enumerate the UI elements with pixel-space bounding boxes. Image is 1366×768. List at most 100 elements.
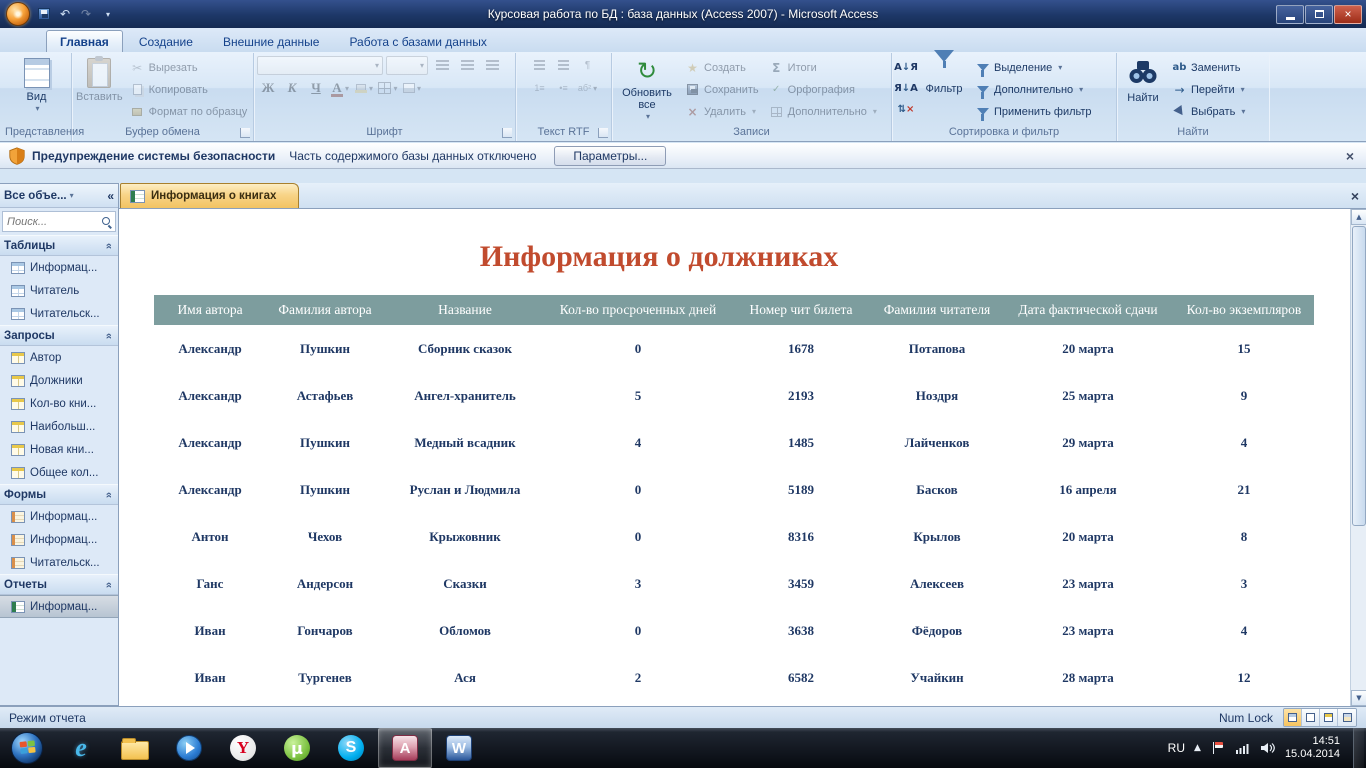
copy-button[interactable]: Копировать xyxy=(126,79,252,100)
nav-item-query[interactable]: Должники xyxy=(0,369,118,392)
report-view-button[interactable] xyxy=(1284,709,1302,726)
action-center-flag-icon[interactable] xyxy=(1210,740,1226,756)
nav-item-form[interactable]: Информац... xyxy=(0,505,118,528)
records-more-button[interactable]: Дополнительно ▾ xyxy=(765,101,881,122)
nav-item-query[interactable]: Новая кни... xyxy=(0,438,118,461)
advanced-filter-button[interactable]: Дополнительно ▾ xyxy=(971,79,1096,100)
cut-button[interactable]: ✂ Вырезать xyxy=(126,57,252,78)
sort-ascending-icon[interactable]: А ↓ Я xyxy=(894,57,918,77)
save-record-button[interactable]: Сохранить xyxy=(681,79,763,100)
taskbar-item-yandex-browser[interactable]: Y xyxy=(216,728,270,768)
tab-create[interactable]: Создание xyxy=(125,30,207,52)
dialog-launcher-icon[interactable] xyxy=(502,128,512,138)
nav-section-tables[interactable]: Таблицы» xyxy=(0,235,118,256)
totals-button[interactable]: Σ Итоги xyxy=(765,57,881,78)
nav-item-query[interactable]: Общее кол... xyxy=(0,461,118,484)
qat-customize-icon[interactable]: ▾ xyxy=(98,6,116,23)
security-options-button[interactable]: Параметры... xyxy=(554,145,667,166)
gridlines-button[interactable]: ▾ xyxy=(377,78,399,98)
nav-item-table[interactable]: Читатель xyxy=(0,279,118,302)
maximize-button[interactable] xyxy=(1305,4,1333,24)
align-right-icon[interactable] xyxy=(481,55,503,75)
paste-button[interactable]: Вставить xyxy=(75,55,124,104)
nav-item-query[interactable]: Кол-во кни... xyxy=(0,392,118,415)
indent-increase-icon[interactable] xyxy=(553,55,575,75)
nav-item-table[interactable]: Информац... xyxy=(0,256,118,279)
taskbar-item-explorer[interactable] xyxy=(108,728,162,768)
tab-home[interactable]: Главная xyxy=(46,30,123,52)
numbered-list-icon[interactable]: 1≡ xyxy=(529,78,551,98)
bold-button[interactable]: Ж xyxy=(257,78,279,98)
network-icon[interactable] xyxy=(1235,740,1251,756)
dialog-launcher-icon[interactable] xyxy=(240,128,250,138)
search-icon[interactable] xyxy=(101,216,112,227)
refresh-all-button[interactable]: ↻ Обновить все ▾ xyxy=(615,55,679,124)
clear-sort-icon[interactable]: ⇅ × xyxy=(895,99,917,119)
print-preview-button[interactable] xyxy=(1302,709,1320,726)
start-button[interactable] xyxy=(0,728,54,768)
volume-icon[interactable] xyxy=(1260,740,1276,756)
scroll-down-icon[interactable]: ▼ xyxy=(1351,690,1366,706)
text-highlight-icon[interactable]: аб² ▾ xyxy=(577,78,599,98)
italic-button[interactable]: К xyxy=(281,78,303,98)
document-close-icon[interactable]: × xyxy=(1351,188,1359,204)
nav-item-table[interactable]: Читательск... xyxy=(0,302,118,325)
indent-decrease-icon[interactable] xyxy=(529,55,551,75)
tab-external-data[interactable]: Внешние данные xyxy=(209,30,334,52)
view-button[interactable]: Вид ▾ xyxy=(8,55,66,116)
toggle-filter-button[interactable]: Применить фильтр xyxy=(971,101,1096,122)
taskbar-item-skype[interactable]: S xyxy=(324,728,378,768)
alternate-fill-button[interactable]: ▾ xyxy=(401,78,423,98)
goto-button[interactable]: → Перейти ▾ xyxy=(1168,79,1249,100)
vertical-scrollbar[interactable]: ▲ ▼ xyxy=(1350,209,1366,706)
nav-item-form[interactable]: Информац... xyxy=(0,528,118,551)
replace-button[interactable]: ab Заменить xyxy=(1168,57,1249,78)
font-family-combo[interactable]: ▾ xyxy=(257,55,383,75)
find-button[interactable]: Найти xyxy=(1120,55,1166,105)
dialog-launcher-icon[interactable] xyxy=(598,128,608,138)
align-left-icon[interactable] xyxy=(431,55,453,75)
nav-pane-header[interactable]: Все объе... ▾ « xyxy=(0,184,118,208)
nav-item-query[interactable]: Автор xyxy=(0,346,118,369)
scroll-up-icon[interactable]: ▲ xyxy=(1351,209,1366,225)
taskbar-item-access-active[interactable]: A xyxy=(378,728,432,768)
sort-descending-icon[interactable]: Я ↓ А xyxy=(894,78,918,98)
taskbar-item-internet-explorer[interactable]: e xyxy=(54,728,108,768)
tray-expand-icon[interactable]: ▲ xyxy=(1194,743,1201,753)
nav-item-form[interactable]: Читательск... xyxy=(0,551,118,574)
delete-record-button[interactable]: × Удалить ▾ xyxy=(681,101,763,122)
nav-section-queries[interactable]: Запросы» xyxy=(0,325,118,346)
nav-section-forms[interactable]: Формы» xyxy=(0,484,118,505)
minimize-button[interactable] xyxy=(1276,4,1304,24)
font-color-button[interactable]: А ▾ xyxy=(329,78,351,98)
nav-item-report-selected[interactable]: Информац... xyxy=(0,595,118,618)
design-view-button[interactable] xyxy=(1338,709,1356,726)
font-size-combo[interactable]: ▾ xyxy=(386,55,428,75)
show-desktop-button[interactable] xyxy=(1353,728,1364,768)
spelling-button[interactable]: ✓ Орфография xyxy=(765,79,881,100)
bullet-list-icon[interactable]: •≡ xyxy=(553,78,575,98)
undo-icon[interactable]: ↶ xyxy=(56,6,74,23)
nav-section-reports[interactable]: Отчеты» xyxy=(0,574,118,595)
align-center-icon[interactable] xyxy=(456,55,478,75)
filter-button[interactable]: Фильтр xyxy=(919,50,969,96)
office-button[interactable] xyxy=(6,2,30,26)
search-input[interactable] xyxy=(3,213,101,230)
fill-color-button[interactable]: ▾ xyxy=(353,78,375,98)
nav-collapse-icon[interactable]: « xyxy=(107,189,114,203)
scrollbar-thumb[interactable] xyxy=(1352,226,1366,526)
selection-button[interactable]: Выделение ▾ xyxy=(971,57,1096,78)
taskbar-item-utorrent[interactable]: µ xyxy=(270,728,324,768)
direction-icon[interactable]: ¶ xyxy=(577,55,599,75)
nav-item-query[interactable]: Наибольш... xyxy=(0,415,118,438)
security-bar-close-icon[interactable]: × xyxy=(1342,148,1358,164)
select-button[interactable]: Выбрать ▾ xyxy=(1168,101,1249,122)
document-tab[interactable]: Информация о книгах xyxy=(120,183,300,208)
format-painter-button[interactable]: Формат по образцу xyxy=(126,101,252,122)
nav-header-dropdown-icon[interactable]: ▾ xyxy=(70,191,74,200)
tray-clock[interactable]: 14:51 15.04.2014 xyxy=(1285,735,1344,761)
underline-button[interactable]: Ч xyxy=(305,78,327,98)
close-button[interactable]: × xyxy=(1334,4,1362,24)
redo-icon[interactable]: ↷ xyxy=(77,6,95,23)
save-icon[interactable] xyxy=(35,6,53,23)
